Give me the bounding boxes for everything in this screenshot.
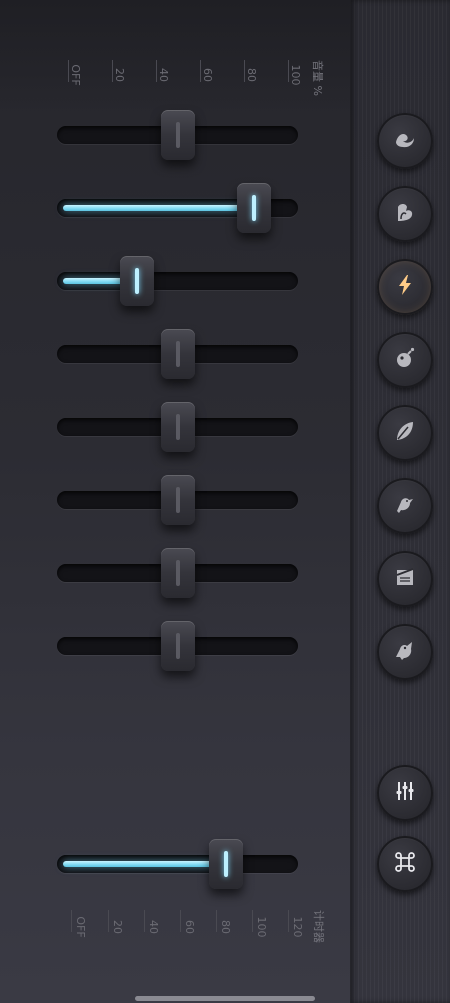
thumb-grip xyxy=(176,560,181,586)
volume-tick-label: 60 xyxy=(201,68,214,82)
mixer-icon xyxy=(392,778,418,808)
volume-tick-label: 80 xyxy=(245,68,258,82)
wave-icon xyxy=(392,126,418,156)
sound-button[interactable] xyxy=(377,624,433,680)
sound-button[interactable] xyxy=(377,551,433,607)
timer-tick-line xyxy=(288,910,289,932)
sound-button[interactable] xyxy=(377,405,433,461)
timer-tick-label: OFF xyxy=(74,916,87,938)
fire-icon xyxy=(392,199,418,229)
volume-slider-thumb[interactable] xyxy=(161,548,196,598)
volume-slider-thumb[interactable] xyxy=(161,110,196,160)
leaf-icon xyxy=(392,418,418,448)
sound-button[interactable] xyxy=(377,113,433,169)
timer-tick-label: 20 xyxy=(111,920,124,934)
volume-tick-line xyxy=(156,60,157,82)
thumb-grip xyxy=(176,633,181,659)
thumb-grip xyxy=(176,414,181,440)
timer-tick-line xyxy=(71,910,72,932)
thumb-grip xyxy=(223,851,228,877)
timer-tick-line xyxy=(216,910,217,932)
sound-button[interactable] xyxy=(377,478,433,534)
volume-tick-label: 40 xyxy=(157,68,170,82)
timer-tick-label: 80 xyxy=(219,920,232,934)
thumb-grip xyxy=(251,195,256,221)
thumb-grip xyxy=(134,268,139,294)
timer-tick-label: 60 xyxy=(183,920,196,934)
timer-tick-label: 100 xyxy=(255,916,268,938)
volume-slider-fill xyxy=(63,205,254,211)
volume-tick-label: 20 xyxy=(113,68,126,82)
mixer-button[interactable] xyxy=(377,765,433,821)
timer-tick-line xyxy=(252,910,253,932)
bomb-icon xyxy=(392,345,418,375)
timer-tick-label: 120 xyxy=(291,916,304,938)
volume-scale-title: 音量 % xyxy=(311,60,324,96)
thumb-grip xyxy=(176,487,181,513)
bird-icon xyxy=(392,491,418,521)
command-button[interactable] xyxy=(377,836,433,892)
volume-tick-line xyxy=(288,60,289,82)
timer-tick-line xyxy=(144,910,145,932)
timer-slider-track[interactable] xyxy=(57,855,298,873)
volume-slider-thumb[interactable] xyxy=(161,402,196,452)
timer-slider-thumb[interactable] xyxy=(208,839,243,889)
film-icon xyxy=(392,564,418,594)
volume-slider-thumb[interactable] xyxy=(236,183,271,233)
volume-slider-track[interactable] xyxy=(57,272,298,290)
volume-tick-line xyxy=(68,60,69,82)
timer-slider-fill xyxy=(63,861,226,867)
volume-tick-line xyxy=(112,60,113,82)
volume-tick-line xyxy=(200,60,201,82)
thumb-grip xyxy=(176,122,181,148)
volume-slider-thumb[interactable] xyxy=(119,256,154,306)
sound-button[interactable] xyxy=(377,259,433,315)
sound-button[interactable] xyxy=(377,186,433,242)
top-shade xyxy=(0,0,350,110)
volume-tick-label: OFF xyxy=(69,64,82,86)
volume-slider-thumb[interactable] xyxy=(161,621,196,671)
volume-slider-thumb[interactable] xyxy=(161,329,196,379)
timer-tick-line xyxy=(108,910,109,932)
timer-tick-line xyxy=(180,910,181,932)
frog-icon xyxy=(392,637,418,667)
command-icon xyxy=(392,849,418,879)
thumb-grip xyxy=(176,341,181,367)
volume-slider-thumb[interactable] xyxy=(161,475,196,525)
home-indicator xyxy=(135,996,315,1001)
lightning-icon xyxy=(392,272,418,302)
volume-tick-line xyxy=(244,60,245,82)
volume-tick-label: 100 xyxy=(289,64,302,86)
timer-tick-label: 40 xyxy=(147,920,160,934)
timer-scale-title: 计时器 xyxy=(312,910,325,943)
sound-button[interactable] xyxy=(377,332,433,388)
